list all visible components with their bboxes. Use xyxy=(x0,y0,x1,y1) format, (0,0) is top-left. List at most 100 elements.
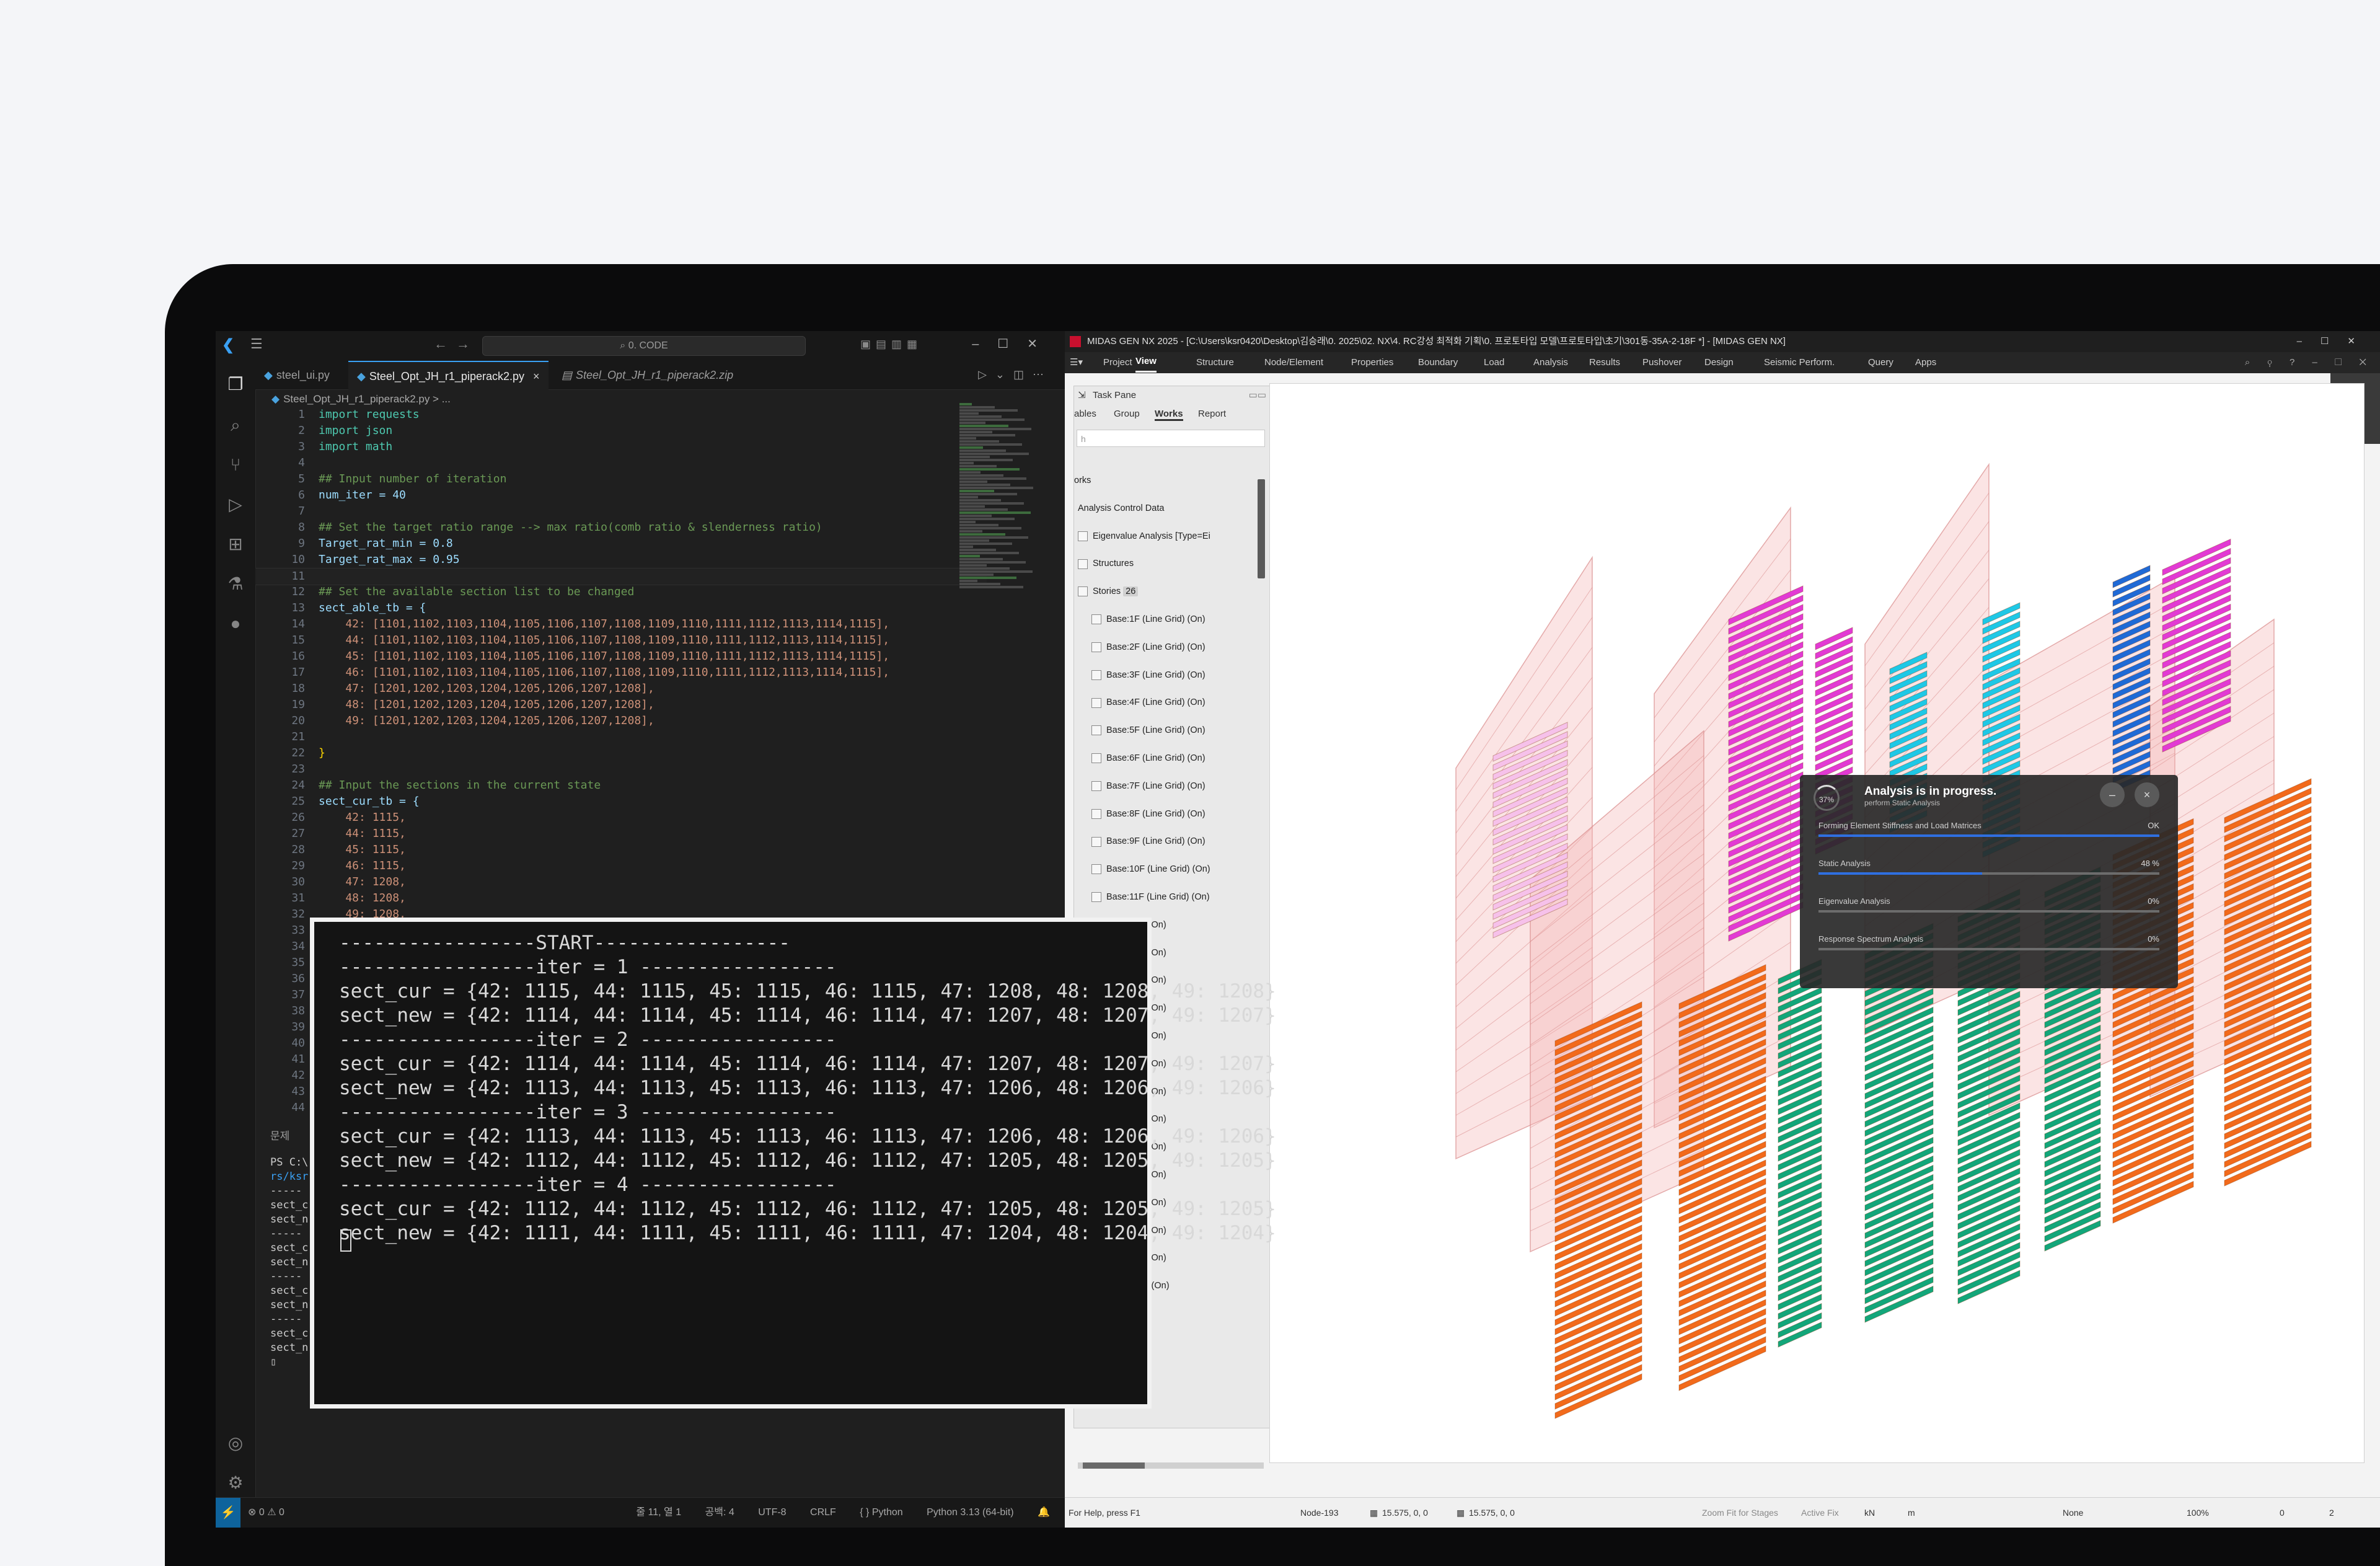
tab-steel-opt-py[interactable]: ◆ Steel_Opt_JH_r1_piperack2.py × xyxy=(348,361,549,391)
layer-checkbox-icon[interactable] xyxy=(1091,725,1101,736)
source-control-icon[interactable]: ⑂ xyxy=(223,453,248,477)
tree-item[interactable]: Analysis Control Data xyxy=(1078,501,1164,516)
layout-toggle-icons[interactable]: ▣▤▥▦ xyxy=(860,338,922,351)
length-unit-select[interactable]: m xyxy=(1908,1498,1915,1528)
close-icon[interactable]: × xyxy=(2135,782,2159,807)
tree-item[interactable]: Structures xyxy=(1078,556,1134,571)
run-split-actions[interactable]: ▷⌄◫⋯ xyxy=(978,368,1052,381)
minimap[interactable] xyxy=(959,403,1046,589)
layer-checkbox-icon[interactable] xyxy=(1091,697,1101,708)
explorer-icon[interactable]: ❐ xyxy=(223,372,248,397)
settings-gear-icon[interactable]: ⚙ xyxy=(223,1471,248,1495)
task-pane-tab[interactable]: Works xyxy=(1155,409,1183,421)
stage-spinner[interactable]: 0 xyxy=(2280,1498,2285,1528)
tree-item[interactable]: Base:8F (Line Grid) (On) xyxy=(1091,807,1205,821)
active-fix-toggle[interactable]: Active Fix xyxy=(1801,1498,1839,1528)
python-icon[interactable]: ● xyxy=(223,611,248,636)
app-menu-icon[interactable]: ☰▾ xyxy=(1070,352,1083,373)
zoom-select[interactable]: 100% xyxy=(2187,1498,2209,1528)
menu-seismic-perform-[interactable]: Seismic Perform. xyxy=(1764,352,1835,373)
search-icon[interactable]: ⌕ xyxy=(223,413,248,438)
layer-checkbox-icon[interactable] xyxy=(1078,531,1088,541)
status-cursor-position[interactable]: 줄 11, 열 1 xyxy=(636,1507,681,1518)
panel-tab-problems[interactable]: 문제 xyxy=(270,1127,289,1143)
task-pane-tab[interactable]: ables xyxy=(1074,409,1096,419)
pin-icon[interactable]: ⇲ xyxy=(1078,386,1086,405)
tree-hscrollbar[interactable] xyxy=(1078,1462,1264,1469)
status-indentation[interactable]: 공백: 4 xyxy=(705,1507,734,1518)
menu-analysis[interactable]: Analysis xyxy=(1533,352,1568,373)
menu-query[interactable]: Query xyxy=(1868,352,1893,373)
layer-checkbox-icon[interactable] xyxy=(1091,614,1101,625)
notification-bell-icon[interactable]: 🔔 xyxy=(1038,1507,1050,1518)
status-encoding[interactable]: UTF-8 xyxy=(758,1507,786,1518)
task-pane-tab[interactable]: Report xyxy=(1198,409,1226,419)
menu-view[interactable]: View xyxy=(1135,352,1157,373)
minimize-icon[interactable]: – xyxy=(2100,782,2125,807)
tree-item[interactable]: Base:11F (Line Grid) (On) xyxy=(1091,890,1210,905)
status-language[interactable]: { } Python xyxy=(860,1507,902,1518)
tree-item[interactable]: Base:6F (Line Grid) (On) xyxy=(1091,751,1205,766)
layer-checkbox-icon[interactable] xyxy=(1078,586,1088,597)
layer-checkbox-icon[interactable] xyxy=(1091,642,1101,652)
tree-item[interactable]: Base:7F (Line Grid) (On) xyxy=(1091,779,1205,794)
tree-item[interactable]: Base:2F (Line Grid) (On) xyxy=(1091,640,1205,655)
menu-boundary[interactable]: Boundary xyxy=(1418,352,1458,373)
layer-checkbox-icon[interactable] xyxy=(1078,559,1088,569)
tree-item[interactable]: orks xyxy=(1074,473,1091,488)
tree-item[interactable]: Base:10F (Line Grid) (On) xyxy=(1091,862,1210,877)
account-icon[interactable]: ◎ xyxy=(223,1431,248,1456)
selection-filter-select[interactable]: None xyxy=(2063,1498,2083,1528)
tree-item[interactable]: Stories 26 xyxy=(1078,584,1139,599)
layer-checkbox-icon[interactable] xyxy=(1091,836,1101,847)
command-search-input[interactable]: ⌕ 0. CODE xyxy=(482,336,806,356)
tree-scrollbar[interactable] xyxy=(1258,479,1265,578)
menu-structure[interactable]: Structure xyxy=(1196,352,1234,373)
task-pane-tab[interactable]: Group xyxy=(1114,409,1140,419)
menu-properties[interactable]: Properties xyxy=(1351,352,1393,373)
status-python-interpreter[interactable]: Python 3.13 (64-bit) xyxy=(927,1507,1014,1518)
extensions-icon[interactable]: ⊞ xyxy=(223,532,248,557)
page-spinner[interactable]: 2 xyxy=(2329,1498,2334,1528)
layer-checkbox-icon[interactable] xyxy=(1091,864,1101,875)
tree-item[interactable]: Base:3F (Line Grid) (On) xyxy=(1091,668,1205,683)
menu-results[interactable]: Results xyxy=(1589,352,1620,373)
layer-checkbox-icon[interactable] xyxy=(1091,670,1101,680)
tab-close-icon[interactable]: × xyxy=(533,370,540,383)
layer-checkbox-icon[interactable] xyxy=(1091,892,1101,903)
layer-checkbox-icon[interactable] xyxy=(1091,808,1101,819)
tab-steel-opt-zip[interactable]: ▤ Steel_Opt_JH_r1_piperack2.zip xyxy=(553,361,742,389)
tab-steel-ui[interactable]: ◆ steel_ui.py xyxy=(255,361,338,389)
hamburger-menu-icon[interactable]: ☰ xyxy=(250,336,263,352)
run-debug-icon[interactable]: ▷ xyxy=(223,492,248,517)
status-problems[interactable]: ⊗ 0 ⚠ 0 xyxy=(248,1498,284,1528)
tree-item[interactable]: Base:4F (Line Grid) (On) xyxy=(1091,695,1205,710)
pane-dock-icons[interactable]: ▭▭ xyxy=(1249,386,1266,405)
menu-project[interactable]: Project xyxy=(1103,352,1132,373)
tree-search-input[interactable]: h xyxy=(1077,430,1265,447)
zoom-fit-toggle[interactable]: Zoom Fit for Stages xyxy=(1702,1498,1778,1528)
nav-arrows-icon[interactable]: ←→ xyxy=(434,336,478,352)
window-controls[interactable]: –☐✕ xyxy=(2297,331,2374,352)
menu-load[interactable]: Load xyxy=(1484,352,1504,373)
python-output-terminal[interactable]: -----------------START----------------- -… xyxy=(310,918,1276,1409)
force-unit-select[interactable]: kN xyxy=(1864,1498,1875,1528)
menu-design[interactable]: Design xyxy=(1704,352,1734,373)
window-controls[interactable]: –☐✕ xyxy=(972,336,1056,352)
breadcrumb[interactable]: ◆ Steel_Opt_JH_r1_piperack2.py > ... xyxy=(271,393,451,405)
menu-pushover[interactable]: Pushover xyxy=(1642,352,1681,373)
tree-item[interactable]: Eigenvalue Analysis [Type=Ei xyxy=(1078,529,1210,544)
status-eol[interactable]: CRLF xyxy=(810,1507,836,1518)
remote-indicator-icon[interactable]: ⚡ xyxy=(216,1498,240,1528)
integrated-terminal[interactable]: PS C:\ rs/ksr ----- sect_c sect_n ----- sect_c… xyxy=(270,1156,314,1369)
layer-checkbox-icon[interactable] xyxy=(1091,781,1101,791)
tree-item[interactable]: Base:9F (Line Grid) (On) xyxy=(1091,834,1205,849)
tree-item[interactable]: Base:5F (Line Grid) (On) xyxy=(1091,723,1205,738)
ribbon-tool-icons[interactable]: ⌕ ⚲ ? – ☐ ✕ xyxy=(2245,352,2374,373)
menu-apps[interactable]: Apps xyxy=(1915,352,1936,373)
layer-checkbox-icon[interactable] xyxy=(1091,753,1101,764)
tree-item[interactable]: Base:1F (Line Grid) (On) xyxy=(1091,612,1205,627)
testing-flask-icon[interactable]: ⚗ xyxy=(223,572,248,596)
line-number: 40 xyxy=(291,1037,305,1050)
menu-node-element[interactable]: Node/Element xyxy=(1264,352,1323,373)
